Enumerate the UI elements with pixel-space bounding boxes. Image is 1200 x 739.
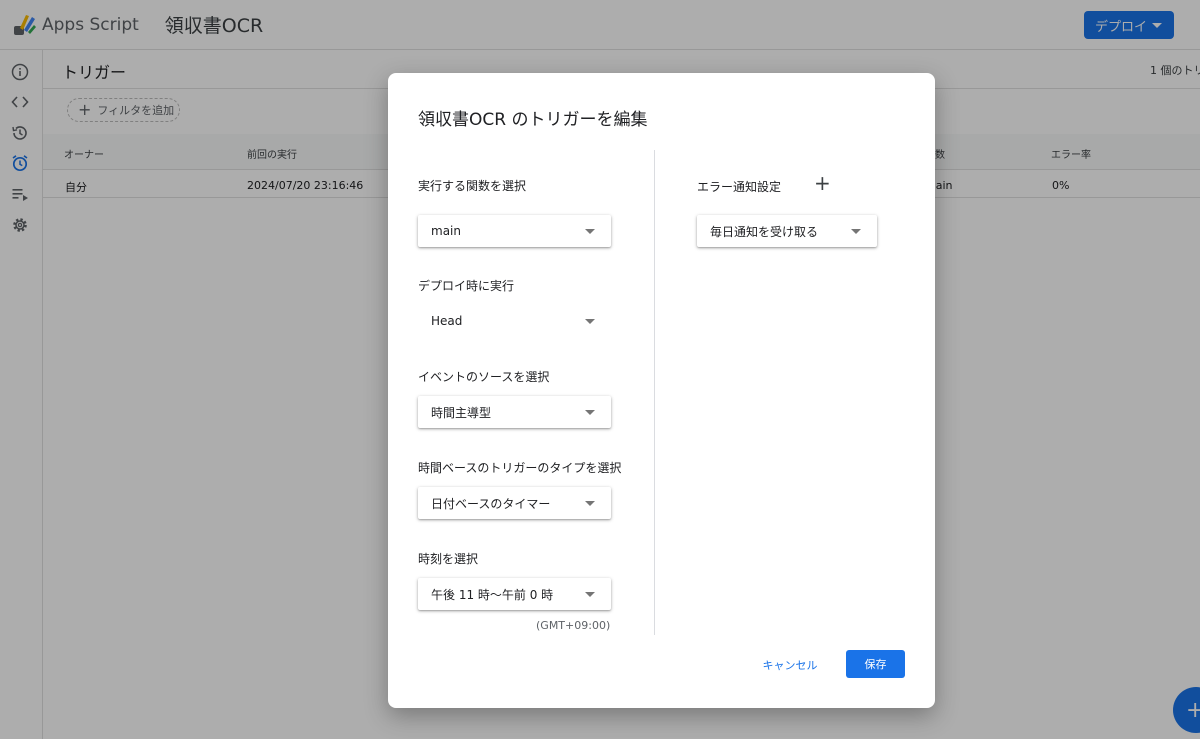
event-source-select-value: 時間主導型 — [431, 405, 492, 420]
deployment-select-value: Head — [431, 314, 463, 328]
dropdown-arrow-icon — [585, 501, 595, 506]
cancel-button[interactable]: キャンセル — [756, 651, 824, 679]
timezone-label: (GMT+09:00) — [536, 619, 611, 632]
function-label: 実行する関数を選択 — [418, 179, 527, 193]
error-notification-select-value: 毎日通知を受け取る — [710, 224, 819, 239]
save-button[interactable]: 保存 — [846, 650, 905, 678]
add-notification-plus-icon[interactable]: + — [814, 173, 831, 193]
event-source-select[interactable]: 時間主導型 — [418, 396, 611, 428]
error-notification-label: エラー通知設定 — [697, 180, 782, 194]
dropdown-arrow-icon — [851, 229, 861, 234]
column-divider — [654, 150, 655, 635]
time-select[interactable]: 午後 11 時～午前 0 時 — [418, 578, 611, 610]
timer-type-label: 時間ベースのトリガーのタイプを選択 — [418, 461, 622, 475]
dropdown-arrow-icon — [585, 592, 595, 597]
error-notification-select[interactable]: 毎日通知を受け取る — [697, 215, 877, 247]
timer-type-select[interactable]: 日付ベースのタイマー — [418, 487, 611, 519]
deployment-label: デプロイ時に実行 — [418, 279, 515, 293]
deployment-select[interactable]: Head — [418, 305, 611, 337]
event-source-label: イベントのソースを選択 — [418, 370, 550, 384]
time-select-value: 午後 11 時～午前 0 時 — [431, 587, 554, 602]
dropdown-arrow-icon — [585, 410, 595, 415]
time-label: 時刻を選択 — [418, 552, 479, 566]
dropdown-arrow-icon — [585, 319, 595, 324]
dropdown-arrow-icon — [585, 229, 595, 234]
dialog-title: 領収書OCR のトリガーを編集 — [418, 110, 648, 130]
edit-trigger-dialog: 領収書OCR のトリガーを編集 実行する関数を選択 main デプロイ時に実行 … — [388, 73, 935, 708]
function-select-value: main — [431, 224, 461, 238]
function-select[interactable]: main — [418, 215, 611, 247]
timer-type-select-value: 日付ベースのタイマー — [431, 496, 551, 511]
